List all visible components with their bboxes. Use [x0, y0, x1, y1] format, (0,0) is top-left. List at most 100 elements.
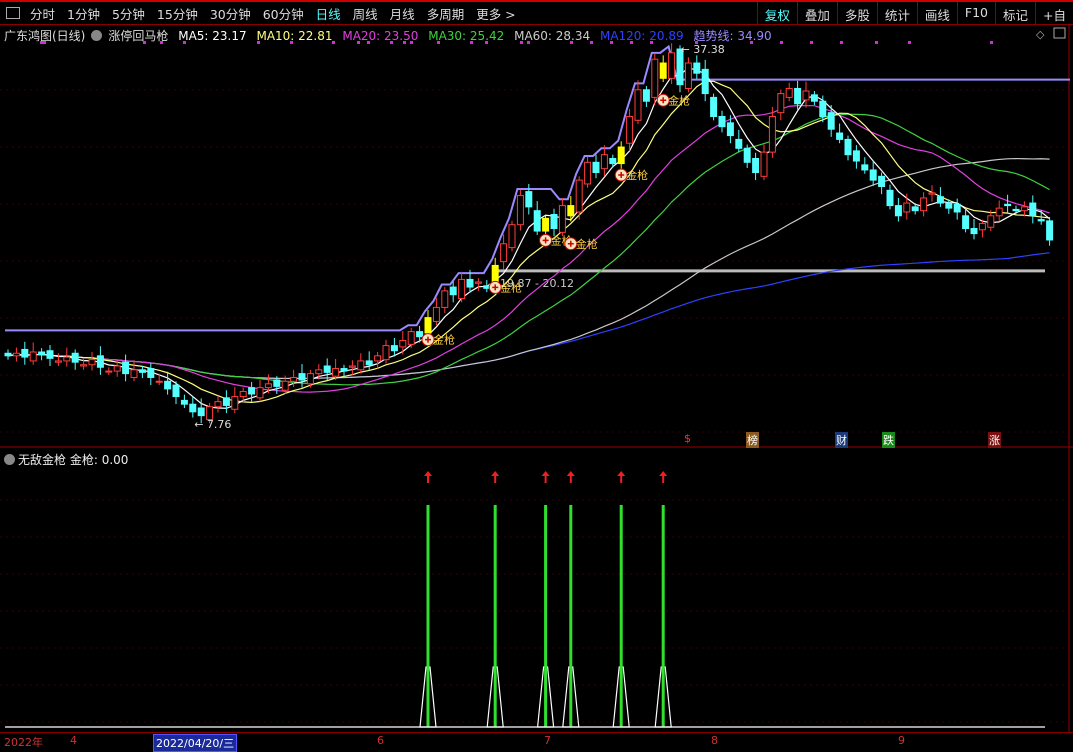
event-marker[interactable]: 财 — [835, 432, 848, 448]
candle-body — [147, 368, 155, 378]
axis-label: 4 — [70, 734, 77, 747]
candle-body — [122, 361, 130, 375]
indicator-header: 无敌金枪 金枪: 0.00 — [4, 451, 128, 468]
event-marker[interactable]: 榜 — [746, 432, 759, 448]
signal-dot — [357, 41, 360, 44]
candle-body — [63, 356, 71, 362]
diamond-icon: ◇ — [1036, 28, 1045, 41]
candle-body — [29, 351, 37, 362]
event-marker[interactable]: 跌 — [882, 432, 895, 448]
candle-body — [861, 164, 869, 171]
indicator-spike — [544, 505, 548, 727]
candle-body — [281, 380, 289, 391]
signal-dot — [43, 41, 46, 44]
candle-body — [903, 202, 911, 213]
candle-body — [768, 115, 776, 153]
panel-icon — [1053, 27, 1066, 39]
candle-body — [416, 331, 424, 338]
candle-body — [348, 365, 356, 368]
candle-body — [987, 215, 995, 228]
candle-body — [197, 407, 205, 417]
signal-dot — [570, 41, 573, 44]
candle-body — [894, 205, 902, 217]
up-arrow-icon — [617, 471, 626, 483]
candle-body — [777, 93, 785, 114]
candle-body — [1012, 208, 1020, 212]
candle-body — [558, 205, 566, 233]
signal-dot — [437, 41, 440, 44]
candle-body — [575, 179, 583, 213]
candle-body — [222, 397, 230, 406]
candle-body — [962, 215, 970, 230]
candle-body — [96, 355, 104, 368]
indicator-spike — [426, 505, 430, 727]
signal-dot — [520, 41, 523, 44]
candle-body — [542, 217, 550, 232]
candle-body — [298, 373, 306, 381]
candle-body — [1004, 203, 1012, 207]
dropdown-icon[interactable] — [4, 454, 15, 465]
candle-body — [911, 206, 919, 212]
signal-dot — [160, 41, 163, 44]
candle-body — [970, 228, 978, 235]
signal-dot — [143, 41, 146, 44]
candle-body — [399, 340, 407, 348]
signal-dot — [332, 41, 335, 44]
candle-body — [726, 122, 734, 137]
up-arrow-icon — [491, 471, 500, 483]
candle-body — [626, 115, 634, 144]
kline-chart[interactable]: 19.87 - 20.12← 37.38← 7.76金枪金枪金枪 金枪金枪金枪◇ — [0, 0, 1073, 747]
candle-body — [760, 151, 768, 177]
candle-body — [802, 90, 810, 101]
candle-body — [668, 52, 676, 79]
event-marker[interactable]: 涨 — [988, 432, 1001, 448]
candle-body — [323, 365, 331, 373]
candle-body — [155, 380, 163, 383]
candle-body — [441, 290, 449, 308]
candle-body — [449, 286, 457, 296]
signal-dot — [403, 41, 406, 44]
candle-body — [1029, 202, 1037, 217]
candle-body — [945, 202, 953, 209]
candle-body — [718, 115, 726, 128]
candle-body — [735, 138, 743, 149]
signal-dot — [527, 41, 530, 44]
event-marker[interactable]: $ — [683, 432, 692, 445]
ma30-line — [7, 113, 1050, 386]
candle-body — [38, 351, 46, 356]
candle-body — [180, 399, 188, 405]
candle-body — [659, 62, 667, 79]
candle-body — [365, 360, 373, 366]
candle-body — [46, 350, 54, 359]
candle-body — [315, 369, 323, 375]
candle-body — [794, 87, 802, 105]
candle-body — [1020, 206, 1028, 212]
axis-label: 7 — [544, 734, 551, 747]
candle-body — [390, 345, 398, 352]
signal-dot — [40, 41, 43, 44]
candle-body — [407, 331, 415, 345]
signal-label: 金枪 — [576, 237, 598, 251]
candle-body — [684, 62, 692, 89]
candle-body — [1046, 220, 1054, 241]
signal-dot — [257, 41, 260, 44]
candle-body — [600, 154, 608, 170]
candle-body — [273, 379, 281, 387]
candle-body — [819, 100, 827, 117]
signal-label: 金枪 — [433, 333, 455, 347]
candle-body — [71, 352, 79, 363]
signal-dot — [840, 41, 843, 44]
candle-body — [516, 194, 524, 226]
candle-body — [869, 169, 877, 181]
candle-body — [584, 161, 592, 185]
candle-body — [264, 383, 272, 389]
candle-body — [214, 401, 222, 408]
candle-body — [357, 360, 365, 371]
candle-body — [525, 191, 533, 208]
indicator-spike — [619, 505, 623, 727]
candle-body — [743, 147, 751, 163]
candle-body — [105, 370, 113, 373]
high-label: ← 37.38 — [681, 43, 725, 56]
candle-body — [651, 58, 659, 98]
candle-body — [785, 87, 793, 98]
